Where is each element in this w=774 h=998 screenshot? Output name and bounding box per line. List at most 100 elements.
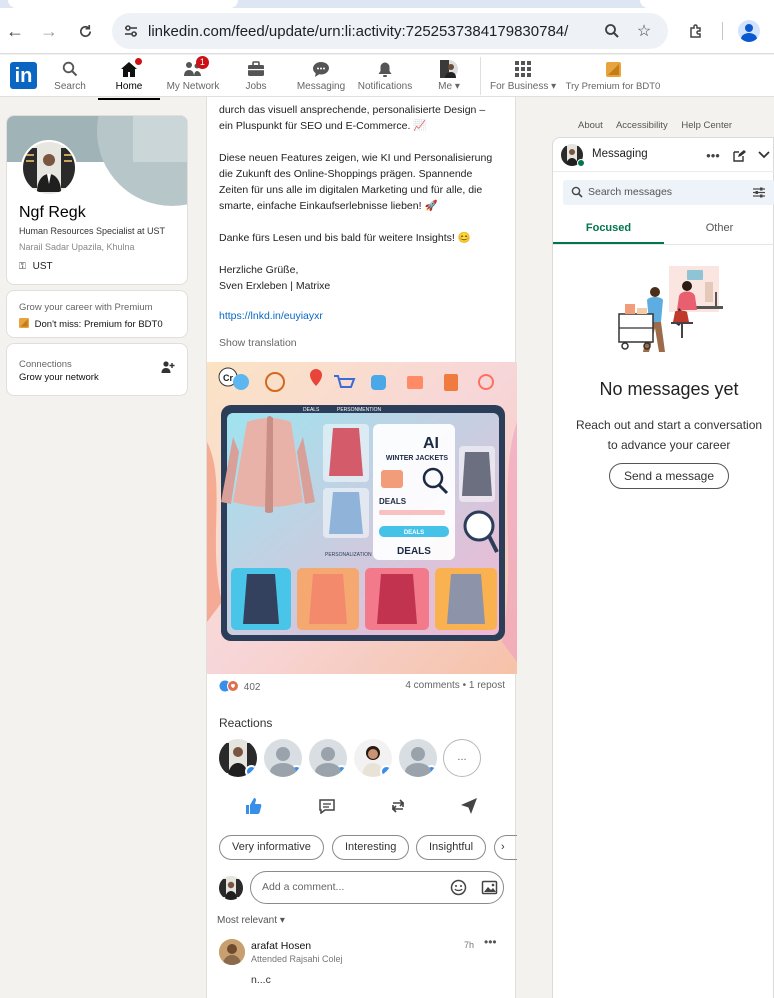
site-settings-icon[interactable] xyxy=(122,22,140,40)
reactor-avatar[interactable] xyxy=(264,739,302,777)
chevron-right-icon: › xyxy=(501,841,505,853)
nav-my-network[interactable]: 1 My Network xyxy=(164,56,222,95)
image-ai-label: AI xyxy=(423,435,439,452)
bookmark-star-icon[interactable]: ☆ xyxy=(634,21,654,41)
footer-links: About Accessibility Help Center xyxy=(578,120,743,131)
post-text-line: Sven Erxleben | Matrixe xyxy=(219,280,331,292)
image-header-left: DEALS xyxy=(303,407,320,413)
like-badge-icon xyxy=(425,765,437,777)
messaging-icon xyxy=(293,59,349,79)
nav-jobs[interactable]: Jobs xyxy=(236,59,276,95)
send-message-button[interactable]: Send a message xyxy=(609,463,729,489)
linkedin-global-nav: in Search Home 1 My Network Jobs Messagi… xyxy=(0,55,774,100)
message-search-input[interactable]: Search messages xyxy=(563,180,774,205)
browser-profile-icon[interactable] xyxy=(738,20,760,42)
send-icon[interactable] xyxy=(456,795,482,817)
post-link[interactable]: https://lnkd.in/euyiayxr xyxy=(219,310,323,322)
browser-tab[interactable] xyxy=(640,0,774,8)
avatar[interactable] xyxy=(21,140,77,196)
profile-name[interactable]: Ngf Regk xyxy=(19,204,86,222)
post-text-line: smarte, einfache Einkaufserlebnisse lieb… xyxy=(219,200,438,212)
sort-comments-dropdown[interactable]: Most relevant ▾ xyxy=(217,915,285,926)
people-icon: 1 xyxy=(164,56,222,79)
reaction-chip[interactable]: Insightful xyxy=(416,835,487,860)
reactor-avatar[interactable] xyxy=(354,739,392,777)
profile-company[interactable]: ⚿ UST xyxy=(19,261,53,272)
avatar[interactable] xyxy=(219,939,245,965)
nav-search[interactable]: Search xyxy=(50,59,90,95)
search-icon xyxy=(50,59,90,79)
reactor-avatar[interactable] xyxy=(309,739,347,777)
post-text-line: durch das visuell ansprechende, personal… xyxy=(219,104,486,116)
footer-link-about[interactable]: About xyxy=(578,120,603,131)
nav-for-business[interactable]: For Business ▾ xyxy=(490,59,556,95)
image-upload-icon[interactable] xyxy=(481,879,498,901)
compose-icon[interactable] xyxy=(731,147,747,163)
comment-input[interactable]: Add a comment... xyxy=(250,871,504,904)
back-icon[interactable]: ← xyxy=(2,18,28,44)
post-text-line: Danke fürs Lesen und bis bald für weiter… xyxy=(219,232,471,244)
messaging-header[interactable]: Messaging ••• xyxy=(553,138,774,172)
footer-link-accessibility[interactable]: Accessibility xyxy=(616,120,668,131)
comment-text: n...c xyxy=(251,974,271,986)
add-connection-icon[interactable] xyxy=(161,360,175,379)
post-text-line: die Zukunft des Online-Shoppings prägen.… xyxy=(219,168,473,180)
toolbar-divider xyxy=(722,22,723,40)
extensions-icon[interactable] xyxy=(683,18,709,44)
chevron-down-icon[interactable] xyxy=(756,147,772,163)
filter-icon[interactable] xyxy=(753,187,765,198)
comment-author[interactable]: arafat Hosen xyxy=(251,940,311,952)
repost-icon[interactable] xyxy=(385,795,411,817)
post-text-line: ein Pluspunkt für SEO und E-Commerce. 📈 xyxy=(219,120,427,132)
image-title: WINTER JACKETS xyxy=(386,455,449,462)
comment-icon[interactable] xyxy=(314,795,340,817)
empty-state-subtitle: Reach out and start a conversation to ad… xyxy=(575,418,763,452)
nav-notifications[interactable]: Notifications xyxy=(355,59,415,95)
comment-more-icon[interactable]: ••• xyxy=(484,935,497,949)
reactor-avatar[interactable] xyxy=(219,739,257,777)
post-image[interactable]: Cr DEALS PERSONMENTION PERSONALIZATION A… xyxy=(207,362,517,674)
comments-reposts-link[interactable]: 4 comments • 1 repost xyxy=(405,680,505,691)
url-text: linkedin.com/feed/update/urn:li:activity… xyxy=(148,23,569,40)
forward-icon[interactable]: → xyxy=(36,18,62,44)
premium-card[interactable]: Grow your career with Premium Don't miss… xyxy=(6,290,188,338)
caret-down-icon: ▾ xyxy=(279,915,285,926)
messaging-panel: Messaging ••• Search messages Focused Ot… xyxy=(552,137,774,998)
reload-icon[interactable] xyxy=(72,18,98,44)
nav-home[interactable]: Home xyxy=(98,57,160,100)
emoji-icon[interactable] xyxy=(450,879,467,901)
image-deals-banner: DEALS xyxy=(397,546,431,557)
post-card: durch das visuell ansprechende, personal… xyxy=(206,97,517,998)
show-translation-button[interactable]: Show translation xyxy=(219,337,297,349)
tab-other[interactable]: Other xyxy=(664,214,774,244)
home-icon xyxy=(98,57,160,79)
connections-card[interactable]: Connections Grow your network xyxy=(6,343,188,396)
premium-link[interactable]: Don't miss: Premium for BDT0 xyxy=(19,318,163,330)
empty-state-title: No messages yet xyxy=(599,379,739,399)
reaction-chip[interactable]: Interesting xyxy=(332,835,410,860)
online-status-dot xyxy=(577,159,585,167)
nav-try-premium[interactable]: Try Premium for BDT0 xyxy=(562,59,664,95)
chips-next-button[interactable]: › xyxy=(494,835,517,860)
nav-messaging[interactable]: Messaging xyxy=(293,59,349,95)
footer-link-help-center[interactable]: Help Center xyxy=(681,120,732,131)
profile-location: Narail Sadar Upazila, Khulna xyxy=(19,242,135,252)
nav-me[interactable]: Me ▾ xyxy=(432,59,466,95)
reaction-chip[interactable]: Very informative xyxy=(219,835,324,860)
image-header-right: PERSONMENTION xyxy=(337,407,382,413)
more-reactors-button[interactable]: ... xyxy=(443,739,481,777)
linkedin-logo-icon[interactable]: in xyxy=(10,62,37,89)
browser-tab[interactable] xyxy=(8,0,238,8)
reactions-count[interactable]: 402 xyxy=(219,680,260,693)
reactor-avatar[interactable] xyxy=(399,739,437,777)
tab-focused[interactable]: Focused xyxy=(553,214,664,244)
profile-card[interactable]: Ngf Regk Human Resources Specialist at U… xyxy=(6,115,188,285)
more-options-icon[interactable]: ••• xyxy=(705,147,721,163)
address-bar[interactable]: linkedin.com/feed/update/urn:li:activity… xyxy=(112,13,668,49)
reactions-heading: Reactions xyxy=(219,716,273,730)
home-notification-dot xyxy=(133,57,143,66)
zoom-search-icon[interactable] xyxy=(602,21,622,41)
like-icon[interactable] xyxy=(240,795,266,817)
browser-tab-strip xyxy=(0,0,774,8)
avatar xyxy=(219,876,243,900)
